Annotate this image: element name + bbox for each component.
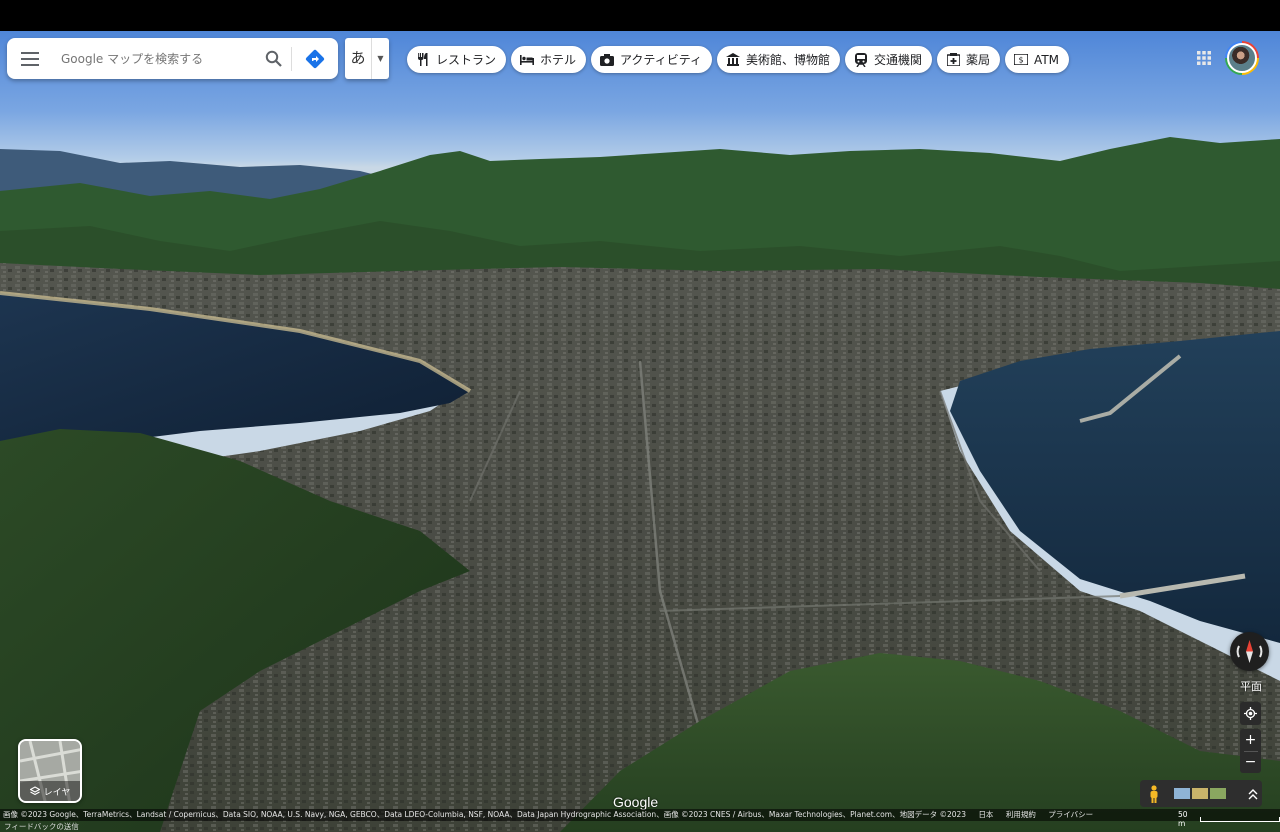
input-method-selector[interactable]: あ ▼: [345, 38, 389, 79]
expand-up-icon[interactable]: [1248, 788, 1258, 800]
search-button[interactable]: [255, 38, 291, 79]
imagery-thumb[interactable]: [1192, 788, 1208, 799]
zoom-controls: + −: [1240, 729, 1261, 773]
directions-button[interactable]: [292, 38, 338, 79]
scale-ruler: [1200, 816, 1280, 822]
tilt-flat-toggle[interactable]: 平面: [1233, 678, 1269, 694]
layers-icon: [29, 786, 40, 796]
restaurant-icon: [416, 53, 430, 67]
pegman-icon[interactable]: [1148, 784, 1160, 803]
compass-icon: [1236, 640, 1263, 663]
hamburger-menu-icon: [21, 51, 39, 66]
directions-icon: [305, 49, 325, 68]
zoom-out-button[interactable]: −: [1245, 752, 1257, 773]
chip-label: 薬局: [966, 53, 991, 67]
terms-link[interactable]: 利用規約: [1006, 810, 1036, 819]
aerial-terrain-scene: [0, 137, 1280, 832]
category-chips: レストラン ホテル アクティビティ 美術館、博物館 交通機関 薬局 $ ATM: [407, 46, 1070, 73]
chip-hotel[interactable]: ホテル: [511, 46, 587, 73]
menu-button[interactable]: [7, 38, 53, 79]
chip-label: ホテル: [540, 53, 577, 67]
my-location-button[interactable]: [1240, 702, 1261, 725]
chip-atm[interactable]: $ ATM: [1005, 46, 1070, 73]
zoom-in-button[interactable]: +: [1245, 729, 1257, 751]
search-box: [7, 38, 338, 79]
chip-label: アクティビティ: [620, 53, 702, 67]
attribution-bar: 画像 ©2023 Google、TerraMetrics、Landsat / C…: [0, 809, 1280, 821]
compass-button[interactable]: [1230, 632, 1269, 671]
atm-icon: $: [1014, 53, 1029, 67]
layers-label-row: レイヤ: [20, 781, 80, 801]
account-avatar[interactable]: [1225, 41, 1259, 75]
chip-label: ATM: [1034, 52, 1060, 67]
imagery-thumb[interactable]: [1174, 788, 1190, 799]
chip-transit[interactable]: 交通機関: [845, 46, 933, 73]
pharmacy-icon: [946, 53, 960, 67]
chip-label: 美術館、博物館: [746, 53, 831, 67]
svg-text:$: $: [1019, 56, 1024, 65]
chip-label: 交通機関: [874, 53, 923, 67]
search-input[interactable]: [53, 38, 255, 79]
camera-icon: [600, 53, 615, 67]
museum-icon: [726, 53, 740, 67]
window-top-bar: [0, 0, 1280, 31]
satellite-3d-map[interactable]: あ ▼ レストラン ホテル アクティビティ 美術館、博物館 交通機関 薬局: [0, 31, 1280, 832]
street-view-bar: [1140, 780, 1262, 807]
chip-label: レストラン: [436, 53, 497, 67]
chevron-down-icon: ▼: [377, 54, 384, 63]
avatar-image: [1227, 43, 1257, 73]
feedback-link[interactable]: フィードバックの送信: [4, 821, 79, 832]
layers-button[interactable]: レイヤ: [18, 739, 82, 803]
imagery-attribution: 画像 ©2023 Google、TerraMetrics、Landsat / C…: [3, 810, 967, 819]
scale-bar[interactable]: 50 m: [1178, 810, 1280, 828]
privacy-link[interactable]: プライバシー: [1048, 810, 1093, 819]
search-icon: [265, 50, 282, 67]
region-link[interactable]: 日本: [978, 810, 993, 819]
my-location-icon: [1244, 707, 1257, 720]
hotel-icon: [520, 53, 535, 67]
google-logo: Google: [613, 794, 659, 810]
ime-current-char: あ: [345, 38, 372, 79]
apps-grid-icon[interactable]: [1196, 50, 1212, 66]
imagery-thumbnails[interactable]: [1174, 788, 1226, 799]
chip-pharmacy[interactable]: 薬局: [937, 46, 1001, 73]
chip-museums[interactable]: 美術館、博物館: [717, 46, 841, 73]
layers-label: レイヤ: [43, 787, 71, 798]
chip-activities[interactable]: アクティビティ: [591, 46, 712, 73]
scale-label: 50 m: [1178, 810, 1188, 828]
train-icon: [854, 52, 868, 67]
chip-restaurant[interactable]: レストラン: [407, 46, 507, 73]
imagery-thumb[interactable]: [1210, 788, 1226, 799]
